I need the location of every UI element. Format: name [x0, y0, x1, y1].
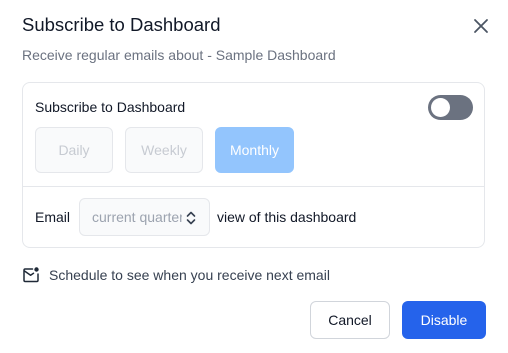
frequency-daily-button[interactable]: Daily [35, 127, 113, 173]
email-suffix: view of this dashboard [217, 209, 357, 225]
dialog-subtitle: Receive regular emails about - Sample Da… [22, 47, 336, 63]
subscription-card: Subscribe to Dashboard Daily Weekly Mont… [22, 82, 485, 248]
schedule-info: Schedule to see when you receive next em… [22, 265, 330, 285]
email-label: Email [35, 209, 71, 225]
subscribe-label: Subscribe to Dashboard [35, 99, 186, 115]
subscribe-toggle[interactable] [428, 95, 473, 120]
disable-button[interactable]: Disable [402, 301, 486, 339]
period-select[interactable]: current quarter [79, 198, 210, 236]
period-select-value: current quarter [92, 209, 182, 225]
toggle-knob [431, 98, 450, 117]
close-icon [474, 19, 488, 33]
mail-calendar-icon [23, 267, 39, 283]
chevron-up-down-icon [186, 211, 196, 225]
schedule-text: Schedule to see when you receive next em… [49, 267, 330, 283]
frequency-weekly-button[interactable]: Weekly [125, 127, 203, 173]
subscription-settings: Subscribe to Dashboard Daily Weekly Mont… [23, 83, 484, 187]
cancel-button[interactable]: Cancel [310, 301, 390, 339]
close-button[interactable] [471, 16, 491, 36]
frequency-monthly-button[interactable]: Monthly [215, 127, 294, 173]
dialog-title: Subscribe to Dashboard [22, 14, 221, 35]
subscribe-dialog: Subscribe to Dashboard Receive regular e… [0, 0, 508, 353]
